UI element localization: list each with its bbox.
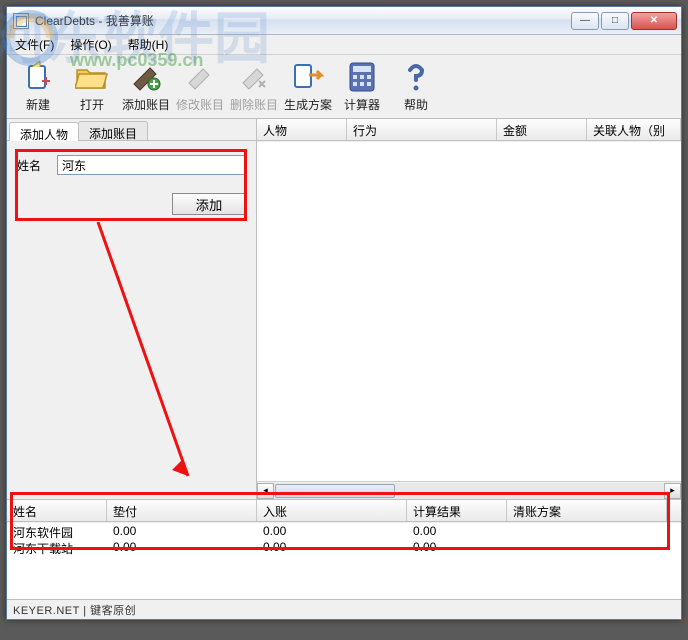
toolbar-delete-item: 删除账目 <box>227 57 281 116</box>
cell-paid: 0.00 <box>107 523 257 539</box>
help-icon <box>399 60 433 94</box>
col-result[interactable]: 计算结果 <box>407 500 507 521</box>
generate-plan-icon <box>291 60 325 94</box>
toolbar-generate-label: 生成方案 <box>284 96 332 113</box>
app-icon <box>13 13 29 29</box>
calculator-icon <box>345 60 379 94</box>
toolbar-calculator-label: 计算器 <box>344 96 380 113</box>
toolbar-help-label: 帮助 <box>404 96 428 113</box>
add-person-form: 姓名 添加 <box>7 141 256 499</box>
col-action[interactable]: 行为 <box>347 119 497 140</box>
menu-operate[interactable]: 操作(O) <box>66 34 115 55</box>
right-panel: 人物 行为 金额 关联人物（别 ◂ ▸ <box>257 119 681 499</box>
add-item-icon <box>129 60 163 94</box>
toolbar-delete-item-label: 删除账目 <box>230 96 278 113</box>
toolbar-open[interactable]: 打开 <box>65 57 119 116</box>
toolbar-edit-item: 修改账目 <box>173 57 227 116</box>
menu-help[interactable]: 帮助(H) <box>124 34 173 55</box>
toolbar-help[interactable]: 帮助 <box>389 57 443 116</box>
cell-plan <box>507 523 667 539</box>
scroll-right-button[interactable]: ▸ <box>664 483 681 499</box>
table-row[interactable]: 河东软件园0.000.000.00 <box>7 523 681 539</box>
cell-name: 河东软件园 <box>7 523 107 539</box>
toolbar: 新建 打开 添加账目 修改账目 删除账目 <box>7 55 681 119</box>
toolbar-calculator[interactable]: 计算器 <box>335 57 389 116</box>
toolbar-edit-item-label: 修改账目 <box>176 96 224 113</box>
cell-received: 0.00 <box>257 539 407 555</box>
status-text: KEYER.NET | 键客原创 <box>13 602 136 618</box>
menubar: 文件(F) 操作(O) 帮助(H) <box>7 35 681 55</box>
table-row[interactable]: 河东下载站0.000.000.00 <box>7 539 681 555</box>
add-button[interactable]: 添加 <box>172 193 246 215</box>
statusbar: KEYER.NET | 键客原创 <box>7 599 681 619</box>
col-amount[interactable]: 金额 <box>497 119 587 140</box>
toolbar-add-item-label: 添加账目 <box>122 96 170 113</box>
left-tabs: 添加人物 添加账目 <box>7 119 256 141</box>
cell-result: 0.00 <box>407 539 507 555</box>
cell-paid: 0.00 <box>107 539 257 555</box>
toolbar-add-item[interactable]: 添加账目 <box>119 57 173 116</box>
lower-grid: 姓名 垫付 入账 计算结果 清账方案 河东软件园0.000.000.00河东下载… <box>7 499 681 599</box>
upper-area: 添加人物 添加账目 姓名 添加 人物 行为 金额 关联人物（别 <box>7 119 681 499</box>
col-person[interactable]: 人物 <box>257 119 347 140</box>
tab-add-person[interactable]: 添加人物 <box>9 122 79 141</box>
toolbar-new[interactable]: 新建 <box>11 57 65 116</box>
lower-grid-header: 姓名 垫付 入账 计算结果 清账方案 <box>7 500 681 522</box>
app-window: ClearDebts - 我善算账 — □ ✕ 文件(F) 操作(O) 帮助(H… <box>6 6 682 620</box>
edit-item-icon <box>183 60 217 94</box>
scroll-track[interactable] <box>274 483 664 499</box>
window-title: ClearDebts - 我善算账 <box>35 12 571 29</box>
cell-plan <box>507 539 667 555</box>
upper-grid-header: 人物 行为 金额 关联人物（别 <box>257 119 681 141</box>
col-plan[interactable]: 清账方案 <box>507 500 667 521</box>
tab-add-item[interactable]: 添加账目 <box>78 121 148 140</box>
name-label: 姓名 <box>17 157 49 174</box>
maximize-button[interactable]: □ <box>601 12 629 30</box>
minimize-button[interactable]: — <box>571 12 599 30</box>
toolbar-open-label: 打开 <box>80 96 104 113</box>
lower-grid-body[interactable]: 河东软件园0.000.000.00河东下载站0.000.000.00 <box>7 522 681 599</box>
window-controls: — □ ✕ <box>571 12 677 30</box>
toolbar-generate[interactable]: 生成方案 <box>281 57 335 116</box>
left-panel: 添加人物 添加账目 姓名 添加 <box>7 119 257 499</box>
cell-name: 河东下载站 <box>7 539 107 555</box>
upper-grid-body[interactable] <box>257 141 681 481</box>
col-paid[interactable]: 垫付 <box>107 500 257 521</box>
cell-result: 0.00 <box>407 523 507 539</box>
cell-received: 0.00 <box>257 523 407 539</box>
col-received[interactable]: 入账 <box>257 500 407 521</box>
scroll-thumb[interactable] <box>275 484 395 498</box>
upper-grid-hscrollbar[interactable]: ◂ ▸ <box>257 481 681 499</box>
col-related[interactable]: 关联人物（别 <box>587 119 681 140</box>
titlebar: ClearDebts - 我善算账 — □ ✕ <box>7 7 681 35</box>
scroll-left-button[interactable]: ◂ <box>257 483 274 499</box>
menu-file[interactable]: 文件(F) <box>11 34 58 55</box>
open-folder-icon <box>75 60 109 94</box>
close-button[interactable]: ✕ <box>631 12 677 30</box>
name-input[interactable] <box>57 155 246 175</box>
content-area: 添加人物 添加账目 姓名 添加 人物 行为 金额 关联人物（别 <box>7 119 681 599</box>
toolbar-new-label: 新建 <box>26 96 50 113</box>
new-file-icon <box>21 60 55 94</box>
col-name[interactable]: 姓名 <box>7 500 107 521</box>
delete-item-icon <box>237 60 271 94</box>
